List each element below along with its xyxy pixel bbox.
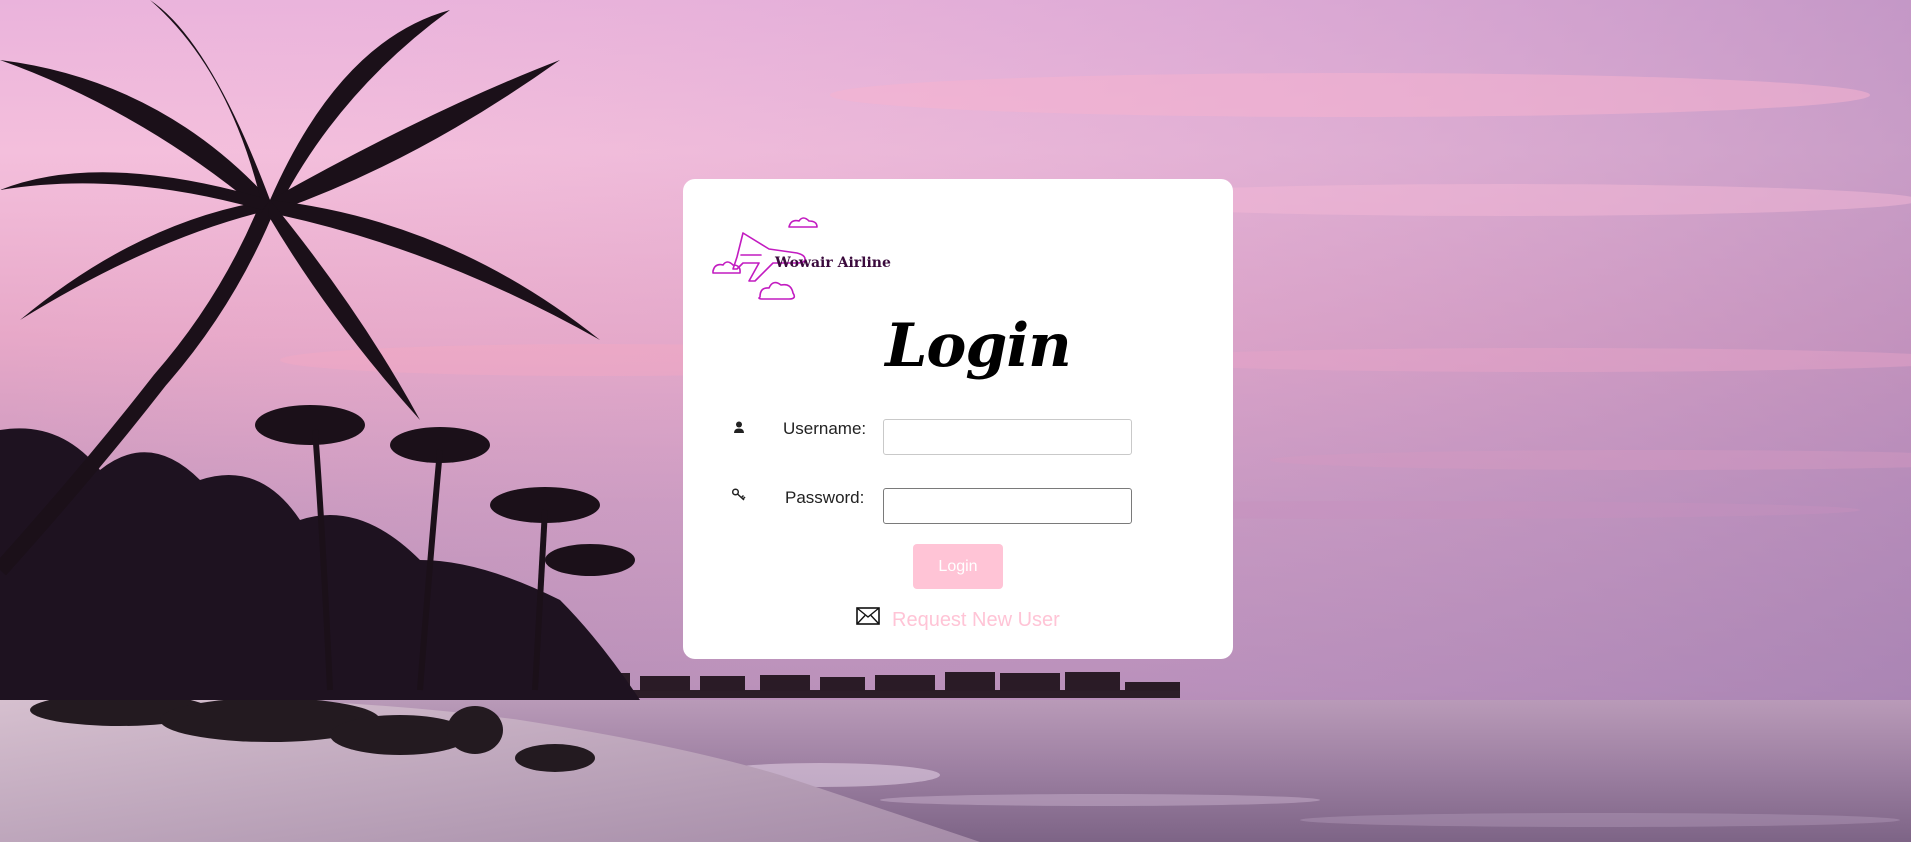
user-icon bbox=[732, 420, 748, 436]
login-card: Wowair Airline Login Username: Password:… bbox=[683, 179, 1233, 659]
login-button[interactable]: Login bbox=[913, 544, 1003, 589]
brand-name: Wowair Airline bbox=[775, 255, 891, 271]
username-input[interactable] bbox=[883, 419, 1132, 455]
page-title: Login bbox=[885, 311, 1072, 381]
brand-logo: Wowair Airline bbox=[711, 215, 896, 305]
username-label: Username: bbox=[783, 419, 867, 438]
password-input[interactable] bbox=[883, 488, 1132, 524]
key-icon bbox=[731, 487, 747, 503]
password-label: Password: bbox=[785, 488, 865, 507]
envelope-icon bbox=[856, 607, 880, 630]
request-new-user-link[interactable]: Request New User bbox=[892, 609, 1060, 632]
